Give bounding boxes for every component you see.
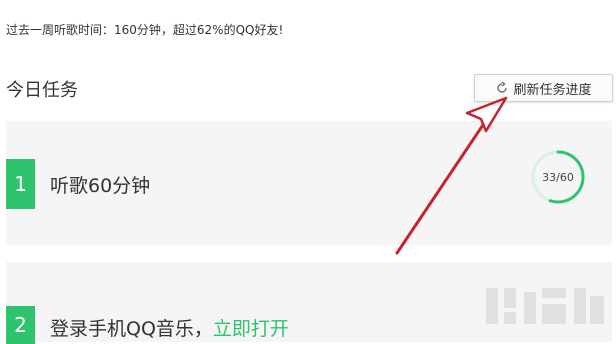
- refresh-progress-button[interactable]: 刷新任务进度: [474, 74, 613, 102]
- task-title: 登录手机QQ音乐，立即打开: [50, 314, 289, 341]
- task-progress-ring: 33/60: [530, 149, 586, 205]
- task-card-1: 1 听歌60分钟 33/60: [6, 121, 612, 245]
- progress-label: 33/60: [542, 170, 574, 184]
- open-now-link[interactable]: 立即打开: [213, 318, 289, 340]
- refresh-icon: [495, 81, 509, 95]
- listening-summary: 过去一周听歌时间：160分钟，超过62%的QQ好友!: [6, 23, 284, 37]
- task-title: 听歌60分钟: [50, 175, 151, 197]
- task-title-text: 登录手机QQ音乐，: [50, 318, 213, 340]
- today-tasks-title: 今日任务: [6, 80, 78, 101]
- watermark-logo: [486, 288, 604, 324]
- refresh-progress-label: 刷新任务进度: [513, 82, 592, 98]
- task-number: 2: [6, 306, 35, 344]
- task-number: 1: [6, 159, 35, 209]
